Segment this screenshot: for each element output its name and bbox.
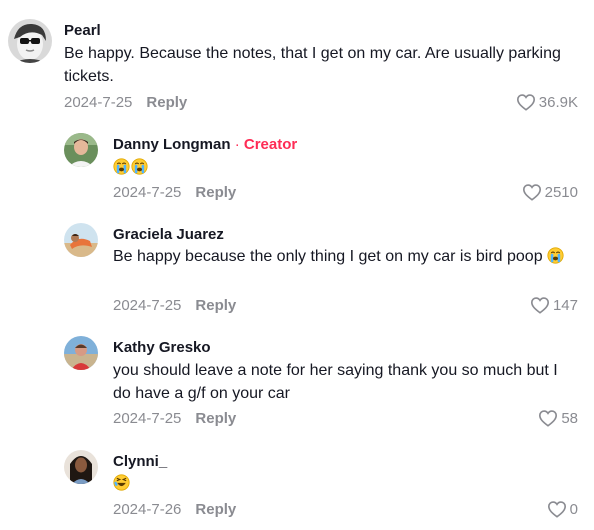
like-button[interactable]: 147 [530, 296, 578, 314]
comment-date: 2024-7-26 [113, 501, 182, 518]
commenter-name[interactable]: Kathy Gresko [113, 339, 211, 356]
commenter-name[interactable]: Graciela Juarez [113, 226, 224, 243]
comment-text: Be happy. Because the notes, that I get … [64, 45, 561, 85]
comment-meta: 2024-7-25 Reply [64, 94, 187, 111]
commenter-name[interactable]: Clynni_ [113, 453, 167, 470]
comment-date: 2024-7-25 [113, 297, 182, 314]
comment-date: 2024-7-25 [113, 184, 182, 201]
like-button[interactable]: 2510 [522, 183, 578, 201]
reply-button[interactable]: Reply [195, 297, 236, 314]
comment-meta: 2024-7-25 Reply [113, 184, 236, 201]
laughing-emoji-icon [113, 474, 130, 491]
heart-icon [522, 184, 541, 201]
comment-text: Be happy because the only thing I get on… [113, 246, 583, 269]
like-button[interactable]: 58 [538, 409, 578, 427]
heart-icon [516, 94, 535, 111]
reply-button[interactable]: Reply [195, 410, 236, 427]
avatar[interactable] [64, 223, 98, 257]
like-button[interactable]: 0 [547, 500, 578, 518]
reply-button[interactable]: Reply [195, 184, 236, 201]
crying-emoji-icon [113, 158, 130, 175]
avatar[interactable] [8, 19, 52, 63]
heart-icon [530, 297, 549, 314]
avatar[interactable] [64, 336, 98, 370]
like-button[interactable]: 36.9K [516, 93, 578, 111]
comment-text: you should leave a note for her saying t… [113, 362, 558, 402]
creator-badge: Creator [243, 136, 298, 153]
comment-text-content: Be happy because the only thing I get on… [113, 248, 543, 265]
reply-button[interactable]: Reply [146, 94, 187, 111]
avatar[interactable] [64, 450, 98, 484]
like-count: 147 [552, 296, 578, 314]
like-count: 58 [561, 409, 578, 427]
like-count: 36.9K [538, 93, 578, 111]
like-count: 2510 [544, 183, 578, 201]
commenter-name[interactable]: Pearl [64, 22, 101, 39]
comment-meta: 2024-7-26 Reply [113, 501, 236, 518]
avatar[interactable] [64, 133, 98, 167]
comment-date: 2024-7-25 [64, 94, 133, 111]
commenter-name: Danny Longman · Creator [113, 136, 297, 153]
comment-date: 2024-7-25 [113, 410, 182, 427]
comment-meta: 2024-7-25 Reply [113, 410, 236, 427]
comment-emojis [113, 157, 149, 180]
crying-emoji-icon [131, 158, 148, 175]
heart-icon [539, 410, 558, 427]
like-count: 0 [569, 500, 578, 518]
reply-button[interactable]: Reply [195, 501, 236, 518]
heart-icon [547, 501, 566, 518]
comment-meta: 2024-7-25 Reply [113, 297, 236, 314]
crying-emoji-icon [547, 247, 564, 264]
separator: · [234, 136, 240, 153]
commenter-name-text[interactable]: Danny Longman [113, 136, 231, 153]
comment-emojis [113, 473, 131, 496]
